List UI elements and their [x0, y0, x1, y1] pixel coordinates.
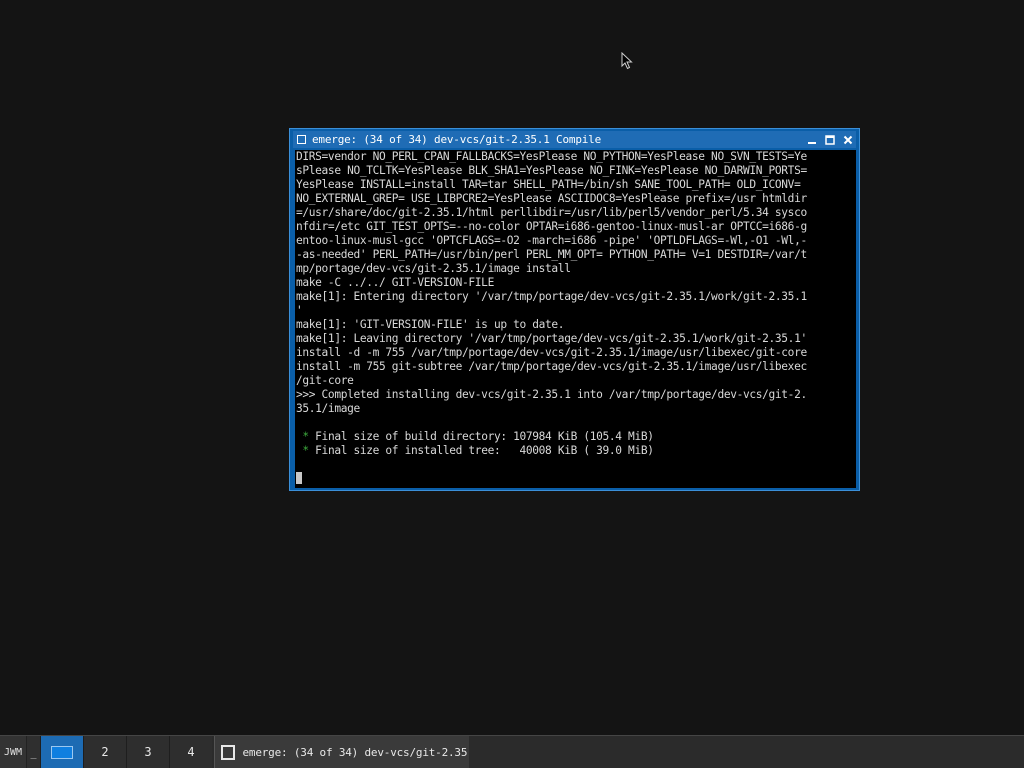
terminal-line: mp/portage/dev-vcs/git-2.35.1/image inst… — [296, 262, 571, 275]
desktop-window-thumbnail — [51, 745, 73, 759]
window-titlebar[interactable]: emerge: (34 of 34) dev-vcs/git-2.35.1 Co… — [293, 131, 856, 148]
terminal-summary-line: * Final size of build directory: 107984 … — [296, 430, 654, 443]
root-menu-button[interactable]: JWM — [0, 736, 26, 768]
desktop-3-button[interactable]: 3 — [126, 736, 169, 768]
terminal-line: YesPlease INSTALL=install TAR=tar SHELL_… — [296, 178, 801, 191]
terminal-line: >>> Completed installing dev-vcs/git-2.3… — [296, 388, 807, 401]
desktop-2-button[interactable]: 2 — [83, 736, 126, 768]
terminal-line: make[1]: 'GIT-VERSION-FILE' is up to dat… — [296, 318, 565, 331]
show-desktop-button[interactable]: _ — [26, 736, 40, 768]
bullet-icon: * — [296, 430, 309, 443]
close-icon — [843, 135, 853, 144]
terminal-text: DIRS=vendor NO_PERL_CPAN_FALLBACKS=YesPl… — [295, 150, 856, 458]
mouse-pointer-icon — [621, 52, 633, 70]
task-label: emerge: (34 of 34) dev-vcs/git-2.35.1 — [242, 745, 469, 759]
terminal-line: sPlease NO_TCLTK=YesPlease BLK_SHA1=YesP… — [296, 164, 807, 177]
close-button[interactable] — [840, 132, 856, 147]
terminal-line: make[1]: Leaving directory '/var/tmp/por… — [296, 332, 807, 345]
task-button-emerge[interactable]: emerge: (34 of 34) dev-vcs/git-2.35.1 — [214, 736, 469, 768]
text-cursor — [296, 472, 302, 484]
desktop-1-button[interactable] — [40, 736, 83, 768]
window-title: emerge: (34 of 34) dev-vcs/git-2.35.1 Co… — [312, 133, 602, 146]
terminal-line: install -d -m 755 /var/tmp/portage/dev-v… — [296, 346, 807, 359]
minimize-icon — [808, 141, 816, 144]
terminal-line: /git-core — [296, 374, 354, 387]
maximize-button[interactable] — [822, 132, 838, 147]
terminal-line: nfdir=/etc GIT_TEST_OPTS=--no-color OPTA… — [296, 220, 807, 233]
terminal-line: install -m 755 git-subtree /var/tmp/port… — [296, 360, 807, 373]
tray-empty-area — [469, 736, 1024, 768]
summary-text: Final size of build directory: 107984 Ki… — [315, 430, 654, 443]
summary-text: Final size of installed tree: 40008 KiB … — [315, 444, 654, 457]
desktop-4-button[interactable]: 4 — [169, 736, 212, 768]
window-icon — [221, 744, 236, 760]
maximize-icon — [825, 134, 835, 145]
terminal-line: entoo-linux-musl-gcc 'OPTCFLAGS=-O2 -mar… — [296, 234, 807, 247]
terminal-line: 35.1/image — [296, 402, 360, 415]
terminal-line: -as-needed' PERL_PATH=/usr/bin/perl PERL… — [296, 248, 807, 261]
terminal-line: make[1]: Entering directory '/var/tmp/po… — [296, 290, 807, 303]
terminal-line: DIRS=vendor NO_PERL_CPAN_FALLBACKS=YesPl… — [296, 150, 807, 163]
minimize-button[interactable] — [804, 132, 820, 147]
terminal-line: NO_EXTERNAL_GREP= USE_LIBPCRE2=YesPlease… — [296, 192, 807, 205]
terminal-line: make -C ../../ GIT-VERSION-FILE — [296, 276, 494, 289]
terminal-output[interactable]: DIRS=vendor NO_PERL_CPAN_FALLBACKS=YesPl… — [295, 150, 856, 488]
window-menu-icon[interactable] — [297, 135, 306, 144]
taskbar: JWM _ 2 3 4 emerge: (34 of 34) dev-vcs/g… — [0, 735, 1024, 768]
terminal-window[interactable]: emerge: (34 of 34) dev-vcs/git-2.35.1 Co… — [289, 128, 860, 491]
terminal-line: ' — [296, 304, 303, 317]
terminal-summary-line: * Final size of installed tree: 40008 Ki… — [296, 444, 654, 457]
bullet-icon: * — [296, 444, 309, 457]
terminal-line: =/usr/share/doc/git-2.35.1/html perllibd… — [296, 206, 807, 219]
